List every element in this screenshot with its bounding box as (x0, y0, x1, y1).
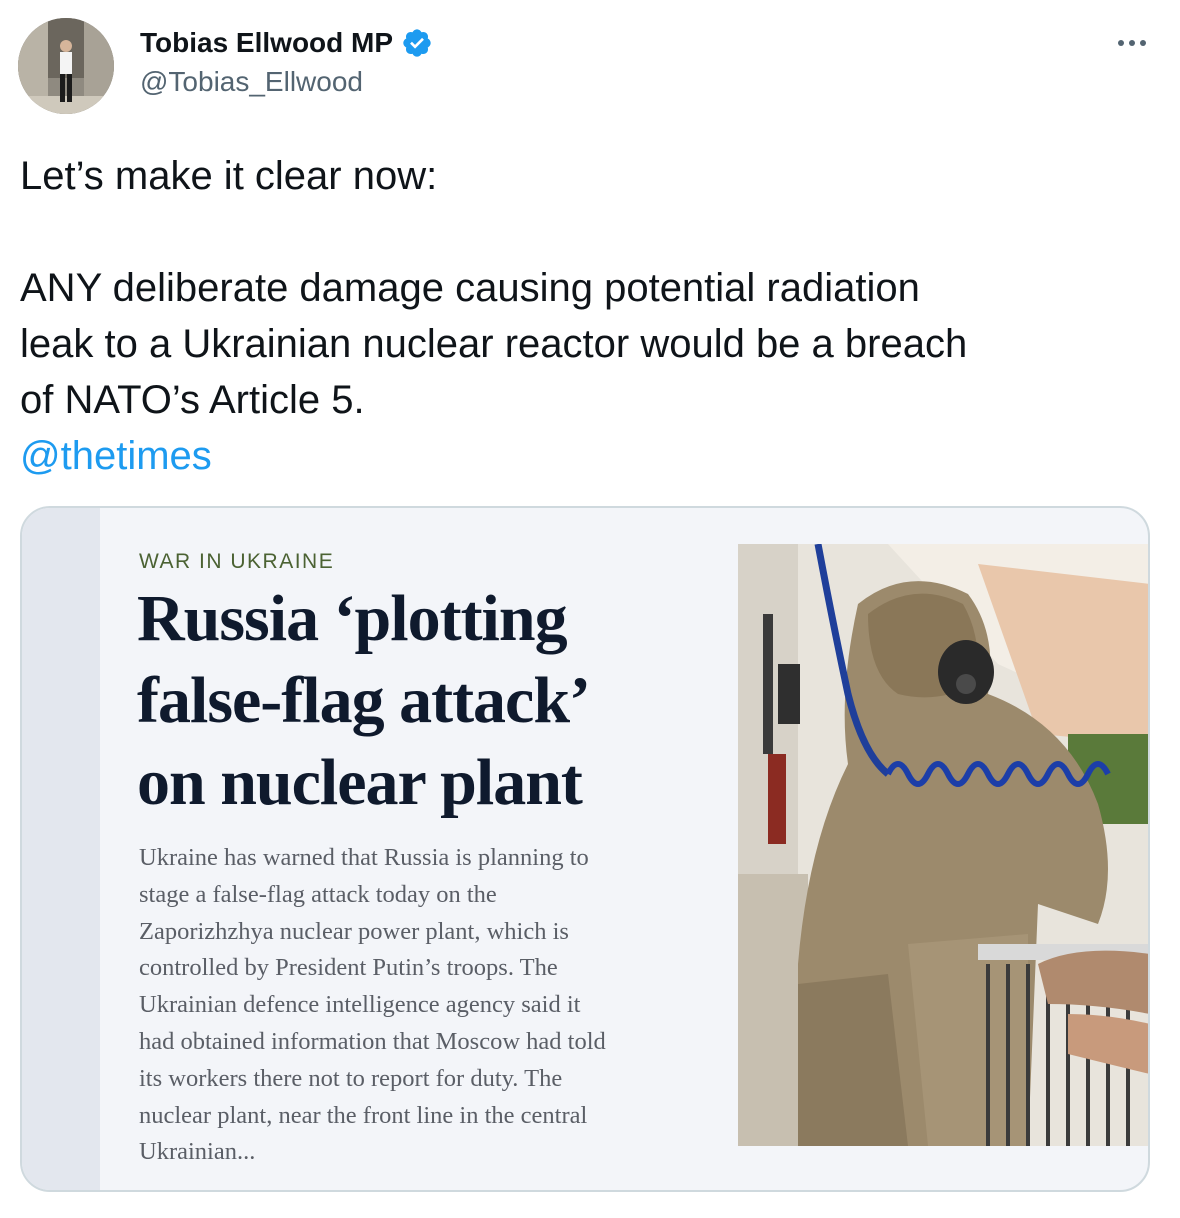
more-dots-icon[interactable] (1112, 28, 1152, 58)
avatar[interactable] (18, 18, 114, 114)
article-headline: Russia ‘plotting false-flag attack’ on n… (137, 578, 717, 824)
summary-line: nuclear plant, near the front line in th… (139, 1101, 588, 1129)
summary-line: Ukrainian... (139, 1138, 256, 1166)
article-photo (738, 544, 1148, 1146)
summary-line: Ukrainian defence intelligence agency sa… (139, 991, 581, 1019)
author-name[interactable]: Tobias Ellwood MP (140, 27, 393, 59)
hazmat-worker-photo-icon (738, 544, 1148, 1146)
summary-line: had obtained information that Moscow had… (139, 1027, 606, 1055)
author-handle[interactable]: @Tobias_Ellwood (140, 66, 363, 98)
article-kicker: WAR IN UKRAINE (139, 550, 335, 573)
article-summary: Ukraine has warned that Russia is planni… (139, 840, 709, 1171)
tweet-line: Let’s make it clear now: (20, 154, 438, 198)
tweet-line: of NATO’s Article 5. (20, 378, 365, 422)
tweet-line: ANY deliberate damage causing potential … (20, 266, 920, 310)
tweet-text: Let’s make it clear now: ANY deliberate … (20, 148, 1150, 484)
author-name-row[interactable]: Tobias Ellwood MP (140, 27, 433, 59)
summary-line: controlled by President Putin’s troops. … (139, 954, 558, 982)
headline-line: on nuclear plant (137, 746, 583, 819)
tweet: Tobias Ellwood MP @Tobias_Ellwood Let’s … (0, 0, 1180, 1218)
headline-line: Russia ‘plotting (137, 582, 568, 655)
headline-line: false-flag attack’ (137, 664, 591, 737)
media-card[interactable]: WAR IN UKRAINE Russia ‘plotting false-fl… (20, 506, 1150, 1192)
person-portrait-icon (18, 18, 114, 114)
verified-badge-icon (401, 27, 433, 59)
summary-line: Zaporizhzhya nuclear power plant, which … (139, 917, 569, 945)
mention-link[interactable]: @thetimes (20, 428, 1150, 484)
summary-line: Ukraine has warned that Russia is planni… (139, 844, 589, 871)
tweet-line: leak to a Ukrainian nuclear reactor woul… (20, 322, 968, 366)
card-margin (22, 508, 100, 1190)
summary-line: stage a false-flag attack today on the (139, 880, 497, 908)
summary-line: its workers there not to report for duty… (139, 1064, 563, 1092)
